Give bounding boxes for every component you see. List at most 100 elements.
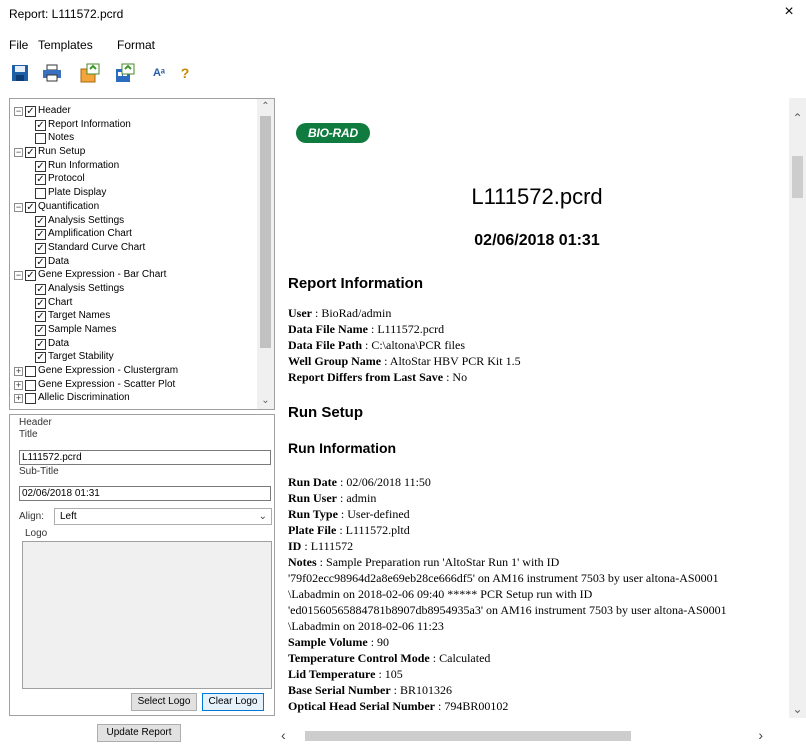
report-field-value: 105 — [384, 667, 403, 681]
report-scroll-thumb[interactable] — [792, 156, 803, 198]
tree-item[interactable]: ✓ Standard Curve Chart — [14, 242, 256, 256]
tree-checkbox[interactable]: ✓ — [25, 201, 36, 213]
tree-checkbox[interactable]: ✓ — [35, 311, 46, 323]
tree-checkbox[interactable] — [35, 133, 46, 145]
report-field-separator: : — [429, 651, 440, 665]
tree-item[interactable]: ✓ Data — [14, 338, 256, 352]
tree-checkbox[interactable]: ✓ — [25, 270, 36, 282]
menu-templates[interactable]: Templates — [38, 38, 93, 52]
report-field-separator: : — [316, 555, 327, 569]
help-icon[interactable]: ? — [174, 62, 196, 84]
scroll-down-icon[interactable]: ⌄ — [789, 701, 806, 718]
tree-checkbox[interactable]: ✓ — [25, 147, 36, 159]
tree-item[interactable]: − ✓ Header — [14, 105, 256, 119]
title-field[interactable]: L111572.pcrd — [19, 450, 271, 465]
report-field: Sample Volume : 90 — [288, 635, 389, 650]
tree-checkbox[interactable]: ✓ — [35, 119, 46, 131]
tree-item-label: Allelic Discrimination — [38, 392, 130, 404]
report-vertical-scrollbar[interactable]: ⌃ ⌄ — [789, 98, 806, 718]
save-icon[interactable] — [9, 62, 31, 84]
print-icon[interactable] — [41, 62, 63, 84]
align-label: Align: — [19, 511, 45, 522]
report-section-tree[interactable]: − ✓ Header ✓ Report Information Notes − ✓ Run Se… — [9, 98, 275, 410]
report-datetime: 02/06/2018 01:31 — [474, 232, 600, 249]
collapse-icon[interactable]: − — [14, 148, 23, 158]
tree-item[interactable]: ✓ Amplification Chart — [14, 228, 256, 242]
tree-checkbox[interactable]: ✓ — [35, 215, 46, 227]
tree-checkbox[interactable]: ✓ — [35, 283, 46, 295]
tree-item[interactable]: ✓ Target Names — [14, 310, 256, 324]
tree-checkbox[interactable]: ✓ — [35, 160, 46, 172]
tree-item[interactable]: ✓ Analysis Settings — [14, 283, 256, 297]
report-field: Lid Temperature : 105 — [288, 667, 403, 682]
font-icon[interactable]: Aᵃ — [148, 62, 170, 84]
update-report-button[interactable]: Update Report — [97, 724, 181, 742]
expand-icon[interactable]: + — [14, 367, 23, 377]
subtitle-field[interactable]: 02/06/2018 01:31 — [19, 486, 271, 501]
tree-item[interactable]: ✓ Protocol — [14, 173, 256, 187]
tree-checkbox[interactable]: ✓ — [35, 242, 46, 254]
report-field-separator: : — [337, 507, 348, 521]
tree-scroll-thumb[interactable] — [260, 116, 271, 348]
report-field-key: Sample Volume — [288, 635, 368, 649]
report-field: User : BioRad/admin — [288, 306, 391, 321]
template-icon[interactable] — [114, 62, 136, 84]
report-field-value: Calculated — [439, 651, 491, 665]
scroll-up-icon[interactable]: ⌃ — [257, 99, 274, 115]
chevron-down-icon: ⌄ — [258, 511, 267, 522]
export-icon[interactable] — [79, 62, 101, 84]
tree-item[interactable]: ✓ Data — [14, 256, 256, 270]
tree-checkbox[interactable]: ✓ — [25, 106, 36, 117]
tree-item[interactable]: + Gene Expression - Clustergram — [14, 365, 256, 379]
tree-item[interactable]: ✓ Sample Names — [14, 324, 256, 338]
tree-item[interactable]: ✓ Report Information — [14, 119, 256, 133]
tree-item[interactable]: ✓ Analysis Settings — [14, 215, 256, 229]
scroll-left-icon[interactable]: ‹ — [281, 726, 286, 744]
expand-icon[interactable]: + — [14, 380, 23, 390]
menu-file[interactable]: File — [9, 38, 28, 52]
scroll-right-icon[interactable]: › — [758, 726, 763, 744]
tree-item[interactable]: ✓ Chart — [14, 297, 256, 311]
scroll-down-icon[interactable]: ⌄ — [257, 393, 274, 409]
expand-icon[interactable]: + — [14, 394, 23, 404]
tree-item[interactable]: − ✓ Quantification — [14, 201, 256, 215]
tree-item[interactable]: + Gene Expression - Scatter Plot — [14, 379, 256, 393]
tree-checkbox[interactable]: ✓ — [35, 229, 46, 241]
tree-checkbox[interactable] — [25, 366, 36, 378]
tree-checkbox[interactable]: ✓ — [35, 352, 46, 364]
report-field-key: Plate File — [288, 523, 337, 537]
align-select[interactable]: Left ⌄ — [54, 508, 272, 525]
collapse-icon[interactable]: − — [14, 107, 23, 116]
tree-item[interactable]: ✓ Run Information — [14, 160, 256, 174]
collapse-icon[interactable]: − — [14, 202, 23, 212]
report-horizontal-scrollbar[interactable]: ‹ › — [279, 726, 789, 744]
report-field-key: Run Type — [288, 507, 338, 521]
tree-item[interactable]: Notes — [14, 132, 256, 146]
clear-logo-button[interactable]: Clear Logo — [202, 693, 264, 711]
select-logo-button[interactable]: Select Logo — [131, 693, 197, 711]
tree-item[interactable]: Plate Display — [14, 187, 256, 201]
subtitle-label: Sub-Title — [19, 466, 59, 477]
scroll-up-icon[interactable]: ⌃ — [789, 110, 806, 127]
tree-item[interactable]: − ✓ Gene Expression - Bar Chart — [14, 269, 256, 283]
report-preview: BIO-RAD L111572.pcrd 02/06/2018 01:31 Re… — [279, 98, 806, 744]
tree-checkbox[interactable] — [25, 379, 36, 391]
tree-scrollbar[interactable]: ⌃ ⌄ — [257, 99, 274, 409]
section-heading: Report Information — [288, 275, 423, 292]
report-hscroll-thumb[interactable] — [305, 731, 631, 741]
report-field-value: User-defined — [347, 507, 410, 521]
tree-checkbox[interactable]: ✓ — [35, 256, 46, 268]
tree-checkbox[interactable] — [25, 393, 36, 405]
tree-checkbox[interactable] — [35, 188, 46, 200]
tree-checkbox[interactable]: ✓ — [35, 297, 46, 309]
tree-item[interactable]: ✓ Target Stability — [14, 351, 256, 365]
tree-item[interactable]: + Allelic Discrimination — [14, 392, 256, 406]
close-icon[interactable]: × — [780, 3, 798, 21]
tree-checkbox[interactable]: ✓ — [35, 338, 46, 350]
collapse-icon[interactable]: − — [14, 271, 23, 281]
tree-checkbox[interactable]: ✓ — [35, 174, 46, 186]
report-field-key: Temperature Control Mode — [288, 651, 430, 665]
tree-item[interactable]: − ✓ Run Setup — [14, 146, 256, 160]
menu-format[interactable]: Format — [117, 38, 155, 52]
tree-checkbox[interactable]: ✓ — [35, 325, 46, 336]
